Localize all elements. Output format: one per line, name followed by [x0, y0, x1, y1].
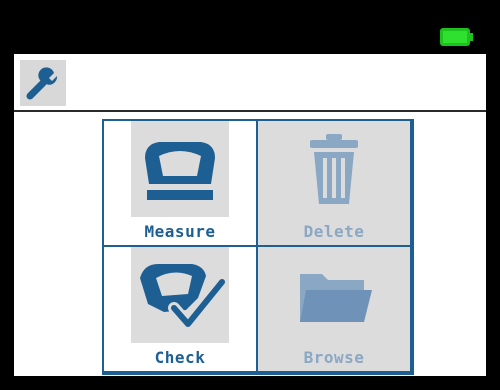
- delete-tile[interactable]: Delete: [258, 121, 410, 245]
- measure-icon-box: [131, 121, 229, 217]
- settings-button[interactable]: [20, 60, 66, 106]
- measure-icon: [145, 142, 215, 200]
- browse-tile[interactable]: Browse: [258, 247, 410, 371]
- status-bar: [14, 14, 486, 54]
- check-icon-box: [131, 247, 229, 343]
- check-label: Check: [154, 348, 206, 367]
- trash-icon: [310, 134, 358, 204]
- wrench-icon: [26, 67, 58, 100]
- delete-icon-box: [285, 121, 383, 217]
- battery-full-icon: [440, 28, 473, 46]
- toolbar: [14, 54, 486, 112]
- device-frame: Measure Delete Check Browse: [0, 0, 500, 390]
- screen: Measure Delete Check Browse: [14, 14, 486, 376]
- check-tile[interactable]: Check: [104, 247, 256, 371]
- browse-icon-box: [285, 247, 383, 343]
- measure-tile[interactable]: Measure: [104, 121, 256, 245]
- main-menu-grid: Measure Delete Check Browse: [102, 119, 414, 375]
- browse-label: Browse: [303, 348, 365, 367]
- check-icon: [140, 264, 226, 330]
- folder-icon: [300, 274, 372, 322]
- measure-label: Measure: [144, 222, 216, 241]
- delete-label: Delete: [303, 222, 365, 241]
